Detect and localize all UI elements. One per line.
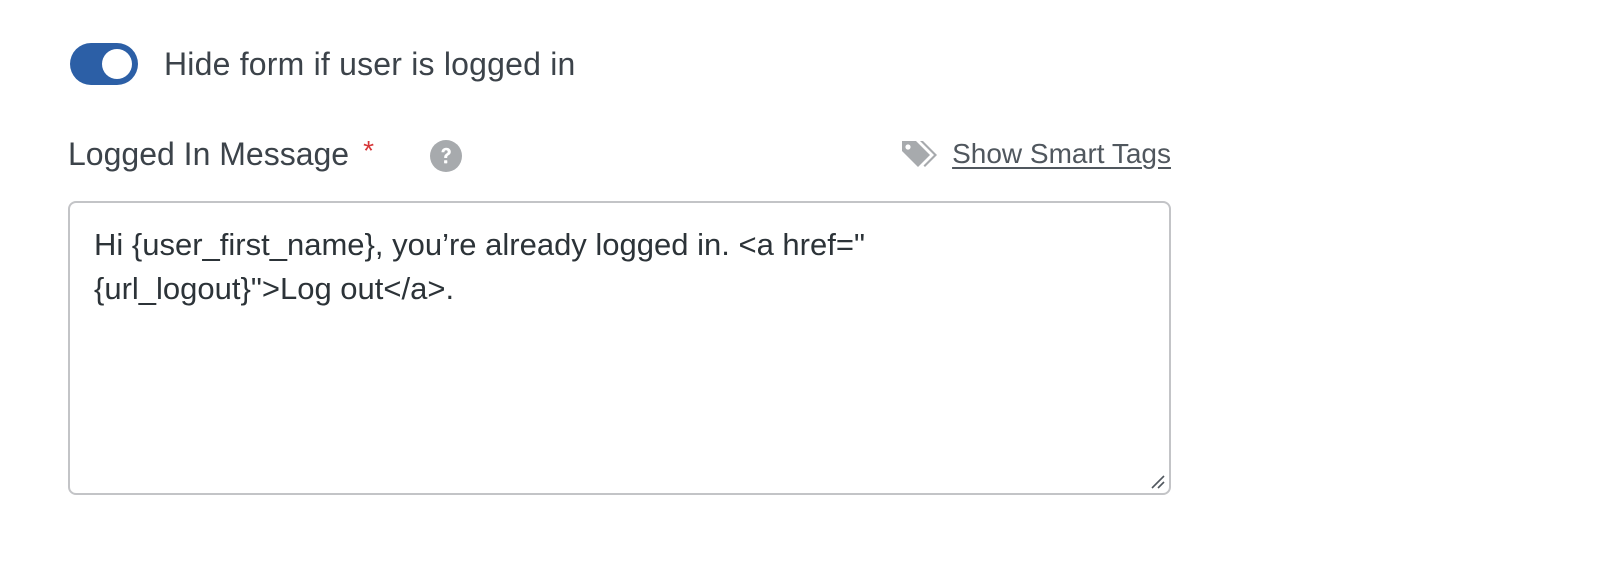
hide-form-toggle-label[interactable]: Hide form if user is logged in — [164, 46, 576, 83]
field-label-wrapper: Logged In Message * — [68, 134, 374, 173]
show-smart-tags-button[interactable]: Show Smart Tags — [900, 138, 1171, 170]
hide-form-toggle[interactable] — [70, 43, 138, 85]
tags-icon — [902, 141, 938, 167]
show-smart-tags-link[interactable]: Show Smart Tags — [952, 138, 1171, 170]
logged-in-message-label: Logged In Message — [68, 136, 350, 172]
logged-in-message-textarea[interactable]: Hi {user_first_name}, you’re already log… — [68, 201, 1171, 495]
logged-in-message-header: Logged In Message * Show Smart Tags — [68, 134, 1171, 180]
toggle-knob — [102, 49, 132, 79]
hide-form-toggle-row: Hide form if user is logged in — [70, 43, 576, 85]
resize-handle-icon[interactable] — [1149, 473, 1165, 489]
logged-in-message-value[interactable]: Hi {user_first_name}, you’re already log… — [94, 223, 1014, 311]
required-asterisk: * — [363, 134, 374, 166]
form-settings-panel: Hide form if user is logged in Logged In… — [0, 0, 1600, 564]
question-circle-icon[interactable] — [430, 140, 462, 172]
